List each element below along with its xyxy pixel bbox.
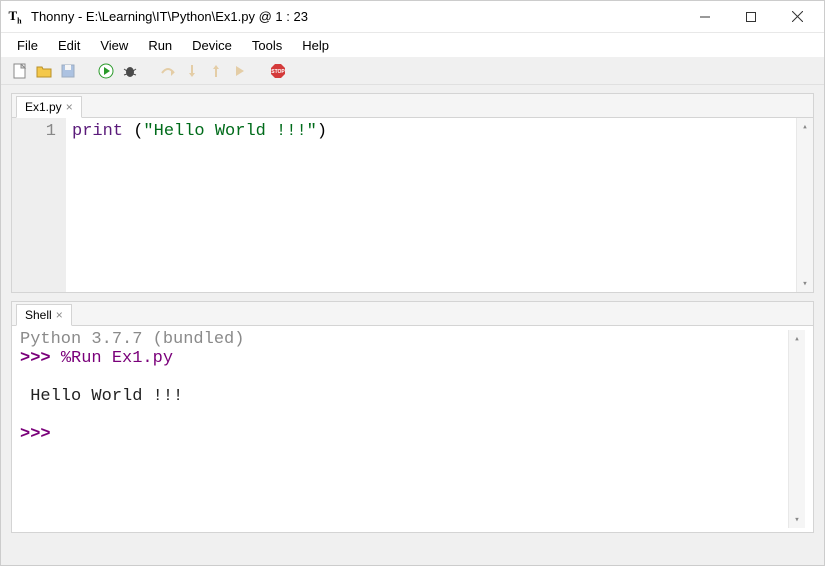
close-icon[interactable]: × xyxy=(56,309,63,321)
scroll-up-icon[interactable]: ▴ xyxy=(797,118,813,135)
code-string: "Hello World !!!" xyxy=(143,122,316,141)
maximize-button[interactable] xyxy=(728,2,774,32)
line-gutter: 1 xyxy=(12,118,66,292)
window-title: Thonny - E:\Learning\IT\Python\Ex1.py @ … xyxy=(31,9,308,24)
editor-body[interactable]: 1 print ("Hello World !!!") ▴ ▾ xyxy=(12,118,813,292)
open-file-icon[interactable] xyxy=(35,62,53,80)
shell-tabbar: Shell × xyxy=(12,302,813,326)
menu-edit[interactable]: Edit xyxy=(50,36,88,55)
run-icon[interactable] xyxy=(97,62,115,80)
menubar: File Edit View Run Device Tools Help xyxy=(1,33,824,57)
menu-device[interactable]: Device xyxy=(184,36,240,55)
menu-run[interactable]: Run xyxy=(140,36,180,55)
menu-file[interactable]: File xyxy=(9,36,46,55)
shell-tab[interactable]: Shell × xyxy=(16,304,72,326)
editor-tab-label: Ex1.py xyxy=(25,100,62,114)
step-into-icon[interactable] xyxy=(183,62,201,80)
line-number: 1 xyxy=(12,122,56,141)
svg-text:STOP: STOP xyxy=(271,69,285,75)
code-area[interactable]: print ("Hello World !!!") xyxy=(66,118,796,292)
debug-icon[interactable] xyxy=(121,62,139,80)
shell-scrollbar[interactable]: ▴ ▾ xyxy=(788,330,805,528)
shell-output: Hello World !!! xyxy=(20,387,183,406)
shell-panel: Shell × Python 3.7.7 (bundled) >>> %Run … xyxy=(11,301,814,533)
step-out-icon[interactable] xyxy=(207,62,225,80)
shell-body[interactable]: Python 3.7.7 (bundled) >>> %Run Ex1.py H… xyxy=(12,326,813,532)
toolbar: STOP xyxy=(1,57,824,85)
scroll-down-icon[interactable]: ▾ xyxy=(797,275,813,292)
menu-tools[interactable]: Tools xyxy=(244,36,290,55)
shell-tab-label: Shell xyxy=(25,308,52,322)
shell-prompt-2: >>> xyxy=(20,425,61,444)
editor-tabbar: Ex1.py × xyxy=(12,94,813,118)
shell-run-cmd: %Run Ex1.py xyxy=(61,349,173,368)
editor-scrollbar[interactable]: ▴ ▾ xyxy=(796,118,813,292)
resume-icon[interactable] xyxy=(231,62,249,80)
menu-help[interactable]: Help xyxy=(294,36,337,55)
menu-view[interactable]: View xyxy=(92,36,136,55)
stop-icon[interactable]: STOP xyxy=(269,62,287,80)
editor-panel: Ex1.py × 1 print ("Hello World !!!") ▴ ▾ xyxy=(11,93,814,293)
shell-version: Python 3.7.7 (bundled) xyxy=(20,330,244,349)
scroll-up-icon[interactable]: ▴ xyxy=(789,330,805,347)
scroll-down-icon[interactable]: ▾ xyxy=(789,511,805,528)
minimize-button[interactable] xyxy=(682,2,728,32)
close-button[interactable] xyxy=(774,2,820,32)
close-icon[interactable]: × xyxy=(66,101,73,113)
step-over-icon[interactable] xyxy=(159,62,177,80)
app-icon: Th xyxy=(5,8,25,26)
editor-tab[interactable]: Ex1.py × xyxy=(16,96,82,118)
shell-prompt: >>> xyxy=(20,349,61,368)
save-file-icon[interactable] xyxy=(59,62,77,80)
code-open: ( xyxy=(123,122,143,141)
new-file-icon[interactable] xyxy=(11,62,29,80)
code-keyword: print xyxy=(72,122,123,141)
code-close: ) xyxy=(317,122,327,141)
shell-content[interactable]: Python 3.7.7 (bundled) >>> %Run Ex1.py H… xyxy=(20,330,788,528)
titlebar: Th Thonny - E:\Learning\IT\Python\Ex1.py… xyxy=(1,1,824,33)
